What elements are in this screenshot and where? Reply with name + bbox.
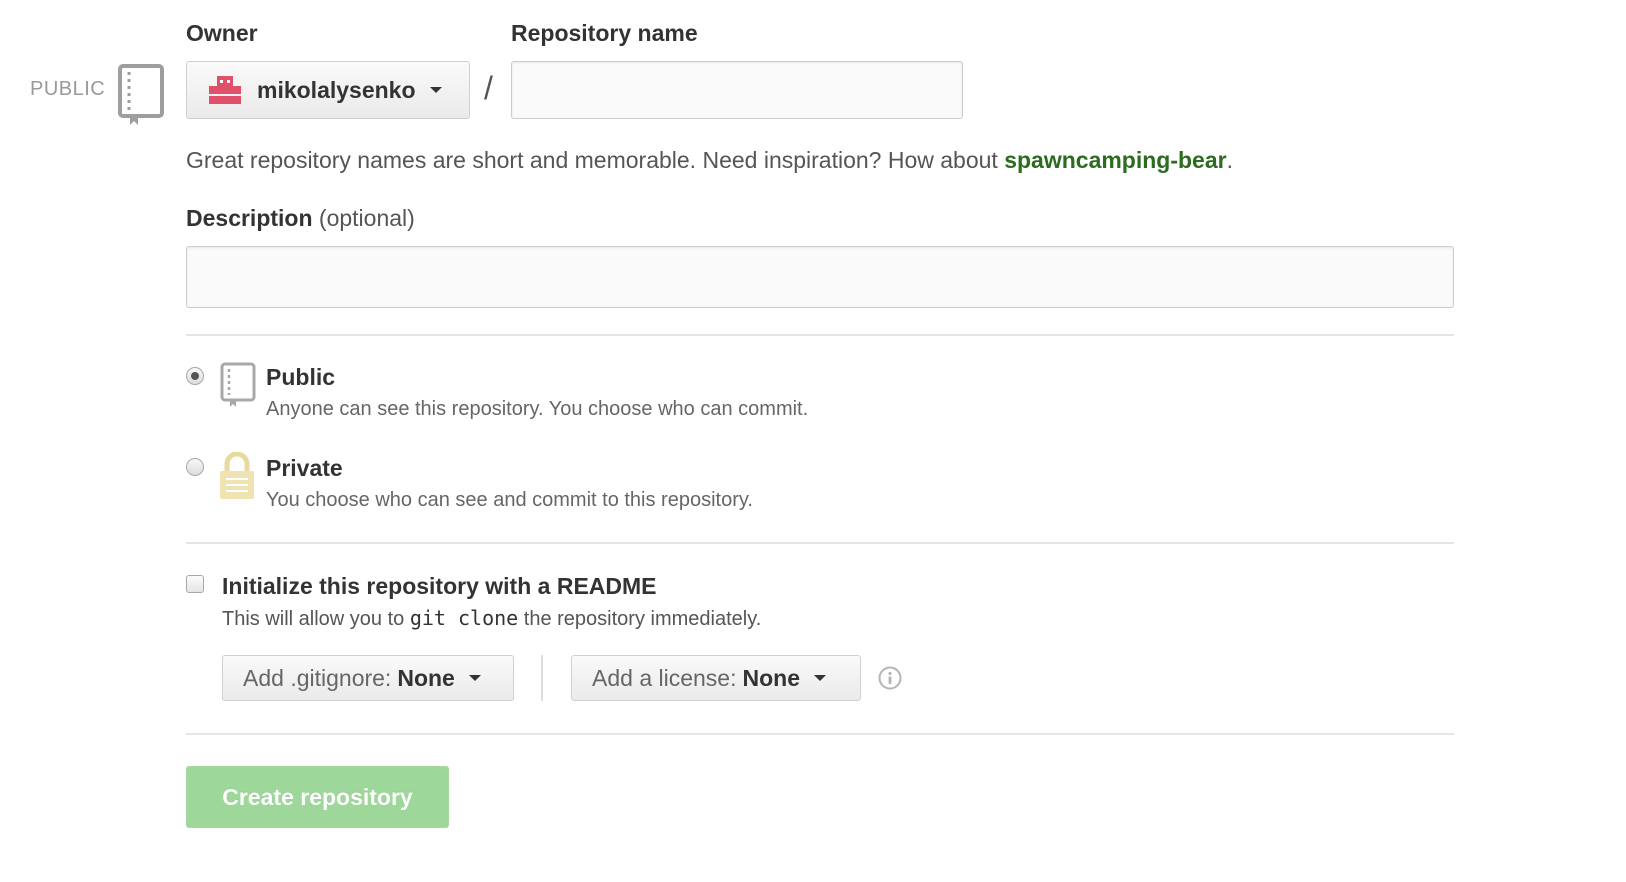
public-badge-label: PUBLIC [30,78,106,100]
license-value: None [742,664,800,691]
visibility-public-title: Public [266,364,336,390]
repository-name-label: Repository name [511,20,698,46]
owner-avatar [209,76,241,104]
divider [186,542,1454,544]
readme-checkbox[interactable] [186,575,204,593]
name-hint-text: Great repository names are short and mem… [186,147,1005,173]
radio-selected-dot [191,372,199,380]
visibility-public-radio[interactable] [186,367,204,385]
dropdown-separator [541,655,543,701]
readme-desc-prefix: This will allow you to [222,608,410,630]
license-prefix: Add a license: [592,664,737,691]
owner-repo-separator: / [484,70,493,106]
repository-name-input[interactable] [511,61,963,119]
chevron-down-icon [429,87,442,93]
visibility-public-description: Anyone can see this repository. You choo… [266,398,809,420]
name-hint: Great repository names are short and mem… [186,147,1233,174]
readme-desc-suffix: the repository immediately. [518,608,762,630]
owner-name: mikolalysenko [257,76,416,103]
description-label: Description (optional) [186,205,415,232]
chevron-down-icon [468,675,481,681]
owner-select[interactable]: mikolalysenko [186,61,470,119]
description-optional-text: (optional) [318,205,415,231]
visibility-private-title: Private [266,455,343,481]
visibility-private-radio[interactable] [186,458,204,476]
readme-desc-code: git clone [409,606,519,630]
chevron-down-icon [813,675,826,681]
description-input[interactable] [186,246,1454,308]
gitignore-dropdown[interactable]: Add .gitignore: None [222,655,514,701]
description-label-text: Description [186,205,313,231]
divider [186,733,1454,735]
divider [186,334,1454,336]
readme-description: This will allow you to git clone the rep… [222,606,761,631]
license-dropdown[interactable]: Add a license: None [571,655,861,701]
readme-title: Initialize this repository with a README [222,573,657,599]
name-suggestion-link[interactable]: spawncamping-bear [1004,147,1226,173]
gitignore-prefix: Add .gitignore: [243,664,392,691]
owner-label: Owner [186,20,258,46]
visibility-private-description: You choose who can see and commit to thi… [266,489,753,511]
repo-book-icon [118,64,164,125]
lock-icon [220,452,254,499]
create-repository-button[interactable]: Create repository [186,766,449,828]
info-icon[interactable] [878,666,902,690]
repo-book-icon [220,362,256,407]
gitignore-value: None [397,664,455,691]
name-hint-suffix: . [1226,147,1233,173]
